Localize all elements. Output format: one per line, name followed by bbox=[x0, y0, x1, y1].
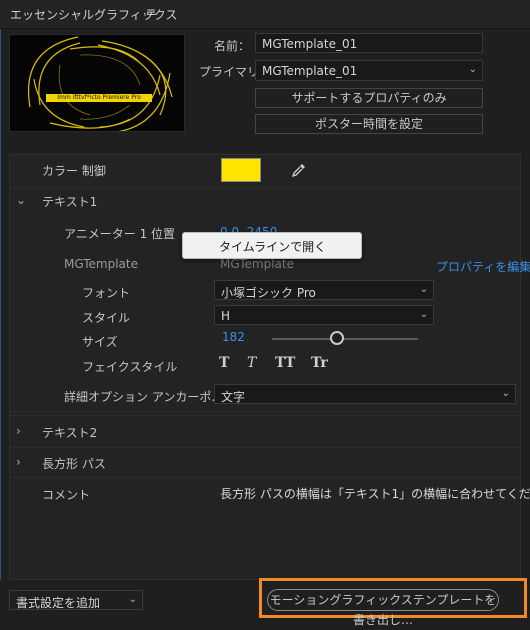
mgtemplate-label: MGTemplate bbox=[64, 257, 138, 271]
eyedropper-icon[interactable] bbox=[291, 162, 307, 178]
context-menu: タイムラインで開く bbox=[182, 232, 362, 259]
font-value: 小塚ゴシック Pro bbox=[221, 286, 316, 300]
set-poster-time-button[interactable]: ポスター時間を設定 bbox=[255, 114, 483, 134]
anchor-point-value: 文字 bbox=[221, 390, 246, 404]
chevron-right-icon[interactable]: › bbox=[16, 455, 21, 469]
primary-select[interactable]: MGTemplate_01 ⌄ bbox=[255, 60, 483, 81]
divider bbox=[10, 415, 520, 416]
essential-graphics-panel: エッセンシャルグラフィックス ≡ Imm ifttvf*icto Premier… bbox=[0, 0, 530, 627]
faux-bold-icon[interactable]: T bbox=[219, 355, 229, 371]
animator-position-label: アニメーター 1 位置 bbox=[64, 227, 176, 241]
name-field[interactable]: MGTemplate_01 bbox=[255, 33, 483, 53]
style-label: スタイル bbox=[82, 311, 131, 325]
text2-group-label[interactable]: テキスト2 bbox=[42, 424, 97, 441]
comment-label: コメント bbox=[42, 488, 91, 502]
panel-edge bbox=[0, 28, 1, 621]
divider bbox=[10, 447, 520, 448]
size-slider-handle[interactable] bbox=[330, 331, 344, 345]
chevron-down-icon: ⌄ bbox=[468, 64, 477, 75]
color-swatch[interactable] bbox=[221, 158, 261, 182]
chevron-right-icon[interactable]: › bbox=[16, 424, 21, 438]
size-slider-track[interactable] bbox=[272, 338, 418, 340]
style-value: H bbox=[221, 309, 231, 323]
thumbnail-caption: Imm ifttvf*icto Premiere Pro bbox=[46, 94, 152, 102]
font-label: フォント bbox=[82, 286, 131, 300]
spiral-graphic bbox=[28, 36, 173, 131]
anchor-point-select[interactable]: 文字 ⌄ bbox=[214, 384, 516, 404]
chevron-down-icon: ⌄ bbox=[128, 594, 137, 605]
faux-italic-icon[interactable]: T bbox=[247, 355, 256, 371]
mgtemplate-value: MGTemplate bbox=[220, 257, 294, 271]
edit-properties-link[interactable]: プロパティを編集 bbox=[436, 258, 530, 275]
style-select[interactable]: H ⌄ bbox=[214, 305, 434, 325]
panel-header: エッセンシャルグラフィックス ≡ bbox=[0, 0, 530, 29]
chevron-down-icon: ⌄ bbox=[419, 284, 428, 295]
chevron-down-icon[interactable]: ⌄ bbox=[16, 193, 26, 207]
divider bbox=[10, 187, 520, 188]
text1-group-label[interactable]: テキスト1 bbox=[42, 193, 97, 210]
chevron-down-icon: ⌄ bbox=[419, 309, 428, 320]
anchor-point-label: 詳細オプション アンカーポ… bbox=[64, 390, 224, 404]
size-value[interactable]: 182 bbox=[222, 330, 245, 344]
faux-style-label: フェイクスタイル bbox=[82, 360, 178, 374]
name-value: MGTemplate_01 bbox=[262, 37, 358, 51]
add-format-label: 書式設定を追加 bbox=[16, 596, 101, 610]
name-label: 名前： bbox=[214, 39, 251, 53]
supported-properties-button[interactable]: サポートするプロパティのみ bbox=[255, 88, 483, 108]
size-label: サイズ bbox=[82, 335, 118, 349]
color-control-label: カラー 制御 bbox=[42, 164, 106, 178]
all-caps-icon[interactable]: TT bbox=[275, 355, 295, 371]
primary-value: MGTemplate_01 bbox=[262, 64, 358, 78]
panel-menu-icon[interactable]: ≡ bbox=[146, 5, 156, 19]
export-motion-graphics-template-button[interactable]: モーショングラフィックステンプレートを書き出し… bbox=[267, 589, 499, 627]
comment-text: 長方形 パスの横幅は「テキスト1」の横幅に合わせてください bbox=[220, 487, 530, 501]
rect-path-group-label[interactable]: 長方形 パス bbox=[42, 455, 106, 472]
small-caps-icon[interactable]: Tr bbox=[311, 355, 328, 371]
open-in-timeline-menu-item[interactable]: タイムラインで開く bbox=[219, 238, 326, 255]
template-thumbnail: Imm ifttvf*icto Premiere Pro bbox=[9, 34, 185, 132]
divider bbox=[10, 411, 520, 412]
font-select[interactable]: 小塚ゴシック Pro ⌄ bbox=[214, 280, 434, 300]
add-format-select[interactable]: 書式設定を追加 ⌄ bbox=[9, 590, 143, 610]
chevron-down-icon: ⌄ bbox=[501, 388, 510, 399]
divider bbox=[10, 477, 520, 478]
